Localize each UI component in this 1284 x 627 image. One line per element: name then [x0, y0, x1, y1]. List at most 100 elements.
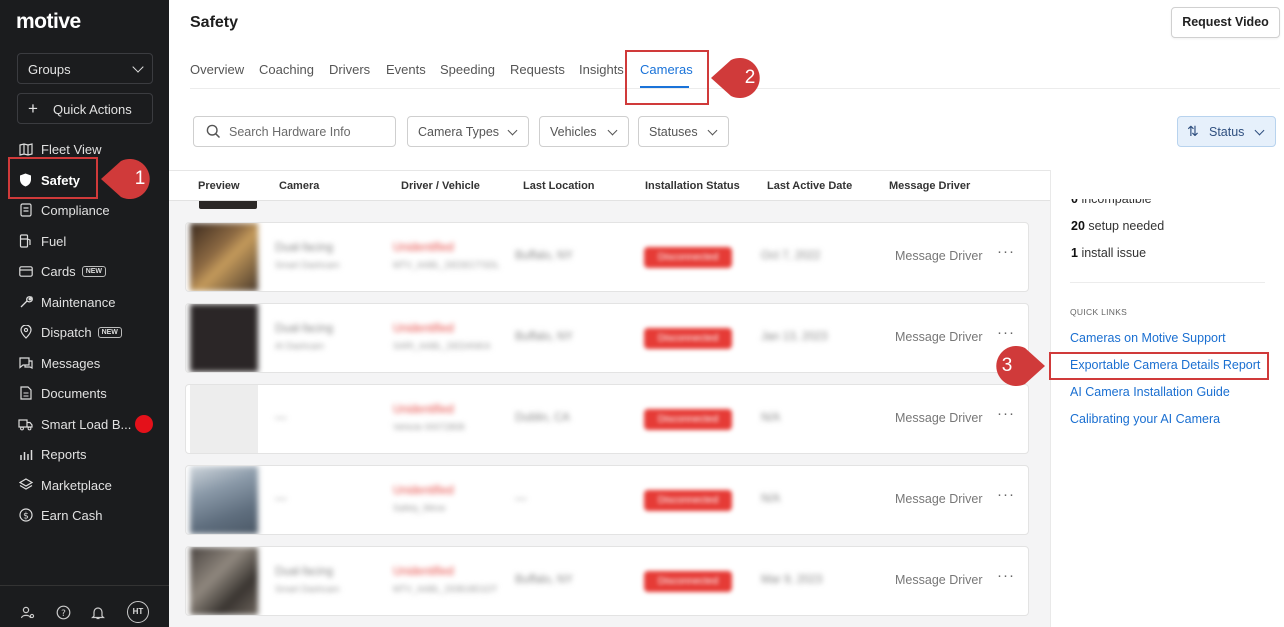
- tab-requests[interactable]: Requests: [510, 62, 565, 77]
- link-cameras-support[interactable]: Cameras on Motive Support: [1070, 331, 1226, 345]
- camera-type: —: [275, 412, 287, 424]
- statuses-filter[interactable]: Statuses: [638, 116, 729, 147]
- sidebar-item-messages[interactable]: Messages: [0, 348, 169, 378]
- table-row[interactable]: Dual-facing Smart Dashcam Unidentified M…: [185, 546, 1029, 616]
- sort-icon: ⇅: [1187, 123, 1199, 139]
- sidebar-footer: ? HT: [0, 585, 169, 627]
- table-header: Preview Camera Driver / Vehicle Last Loc…: [169, 170, 1050, 201]
- camera-type: —: [275, 493, 287, 505]
- plus-icon: +: [28, 99, 38, 118]
- sidebar-item-label: Maintenance: [41, 294, 116, 310]
- camera-preview-image[interactable]: [190, 466, 258, 534]
- status-badge: Disconnected: [644, 328, 732, 349]
- message-driver-link[interactable]: Message Driver: [895, 573, 983, 587]
- sidebar-item-earn-cash[interactable]: $ Earn Cash: [0, 500, 169, 530]
- last-active-date: N/A: [761, 412, 781, 424]
- map-icon: [18, 142, 33, 157]
- status-sort-button[interactable]: ⇅ Status: [1177, 116, 1276, 147]
- location-pin-icon: [18, 325, 33, 340]
- more-options-icon[interactable]: ···: [997, 567, 1015, 584]
- camera-preview-image[interactable]: [190, 304, 258, 372]
- sidebar-item-dispatch[interactable]: Dispatch NEW: [0, 317, 169, 347]
- layers-icon: [18, 478, 33, 493]
- message-driver-link[interactable]: Message Driver: [895, 249, 983, 263]
- table-row[interactable]: Dual-facing AI Dashcam Unidentified SARI…: [185, 303, 1029, 373]
- driver-name: Unidentified: [393, 566, 454, 578]
- last-location: Buffalo, NY: [515, 574, 573, 586]
- more-options-icon[interactable]: ···: [997, 486, 1015, 503]
- fuel-pump-icon: [18, 234, 33, 249]
- statuses-label: Statuses: [649, 125, 698, 139]
- last-location: Buffalo, NY: [515, 250, 573, 262]
- request-video-button[interactable]: Request Video: [1171, 7, 1280, 38]
- quick-links-title: QUICK LINKS: [1070, 307, 1128, 317]
- tab-overview[interactable]: Overview: [190, 62, 244, 77]
- motive-logo[interactable]: motive: [16, 10, 81, 34]
- tab-coaching[interactable]: Coaching: [259, 62, 314, 77]
- last-location: Dublin, CA: [515, 412, 570, 424]
- users-settings-icon[interactable]: [19, 604, 35, 620]
- link-ai-camera-install-guide[interactable]: AI Camera Installation Guide: [1070, 385, 1230, 399]
- column-driver-vehicle: Driver / Vehicle: [401, 180, 480, 192]
- help-icon[interactable]: ?: [55, 604, 71, 620]
- search-input[interactable]: Search Hardware Info: [193, 116, 396, 147]
- column-camera: Camera: [279, 180, 320, 192]
- more-options-icon[interactable]: ···: [997, 243, 1015, 260]
- vehicle-id: MTV_AABL_DDB18D1DT: [393, 584, 498, 594]
- previous-row-preview: [199, 201, 257, 209]
- column-last-active-date: Last Active Date: [767, 180, 853, 192]
- more-options-icon[interactable]: ···: [997, 405, 1015, 422]
- more-options-icon[interactable]: ···: [997, 324, 1015, 341]
- quick-actions-button[interactable]: + Quick Actions: [17, 93, 153, 124]
- groups-dropdown[interactable]: Groups: [17, 53, 153, 84]
- message-driver-link[interactable]: Message Driver: [895, 411, 983, 425]
- camera-model: AI Dashcam: [275, 341, 325, 351]
- sidebar-item-fuel[interactable]: Fuel: [0, 226, 169, 256]
- tab-events[interactable]: Events: [386, 62, 426, 77]
- install-count: 1: [1071, 246, 1078, 260]
- sidebar-item-label: Reports: [41, 446, 87, 462]
- table-row[interactable]: — Unidentified Safety_Mime — Disconnecte…: [185, 465, 1029, 535]
- install-label: install issue: [1081, 246, 1147, 260]
- column-installation-status: Installation Status: [645, 180, 740, 192]
- last-location: —: [515, 493, 527, 505]
- last-active-date: N/A: [761, 493, 781, 505]
- camera-types-filter[interactable]: Camera Types: [407, 116, 529, 147]
- tab-speeding[interactable]: Speeding: [440, 62, 495, 77]
- dollar-icon: $: [18, 508, 33, 523]
- camera-types-label: Camera Types: [418, 125, 500, 139]
- camera-preview-image[interactable]: [190, 223, 258, 291]
- tab-insights[interactable]: Insights: [579, 62, 624, 77]
- last-active-date: Oct 7, 2022: [761, 250, 821, 262]
- sidebar-item-reports[interactable]: Reports: [0, 439, 169, 469]
- vehicles-filter[interactable]: Vehicles: [539, 116, 629, 147]
- sidebar-item-marketplace[interactable]: Marketplace: [0, 470, 169, 500]
- link-calibrating-ai-camera[interactable]: Calibrating your AI Camera: [1070, 412, 1220, 426]
- new-badge: NEW: [81, 265, 107, 277]
- page-title: Safety: [190, 14, 239, 31]
- sort-label: Status: [1209, 125, 1245, 139]
- camera-model: Smart Dashcam: [275, 584, 340, 594]
- vehicle-id: MTV_AABL_DEDECTSDL: [393, 260, 500, 270]
- setup-count: 20: [1071, 219, 1085, 233]
- message-driver-link[interactable]: Message Driver: [895, 492, 983, 506]
- column-last-location: Last Location: [523, 180, 595, 192]
- sidebar: motive Groups + Quick Actions Fleet View…: [0, 0, 169, 627]
- avatar[interactable]: HT: [127, 601, 149, 623]
- sidebar-item-cards[interactable]: Cards NEW: [0, 256, 169, 286]
- truck-icon: [18, 417, 33, 432]
- bell-icon[interactable]: [90, 604, 106, 620]
- sidebar-item-documents[interactable]: Documents: [0, 378, 169, 408]
- setup-label: setup needed: [1088, 219, 1165, 233]
- highlight-safety: [8, 157, 98, 199]
- table-row[interactable]: Dual-facing Smart Dashcam Unidentified M…: [185, 222, 1029, 292]
- table-row[interactable]: — Unidentified Vehicle 00072808 Dublin, …: [185, 384, 1029, 454]
- camera-type: Dual-facing: [275, 323, 334, 335]
- sidebar-item-maintenance[interactable]: Maintenance: [0, 287, 169, 317]
- message-driver-link[interactable]: Message Driver: [895, 330, 983, 344]
- chevron-down-icon: [607, 125, 618, 136]
- notification-dot: [135, 415, 153, 433]
- driver-name: Unidentified: [393, 404, 454, 416]
- camera-preview-image[interactable]: [190, 547, 258, 615]
- tab-drivers[interactable]: Drivers: [329, 62, 370, 77]
